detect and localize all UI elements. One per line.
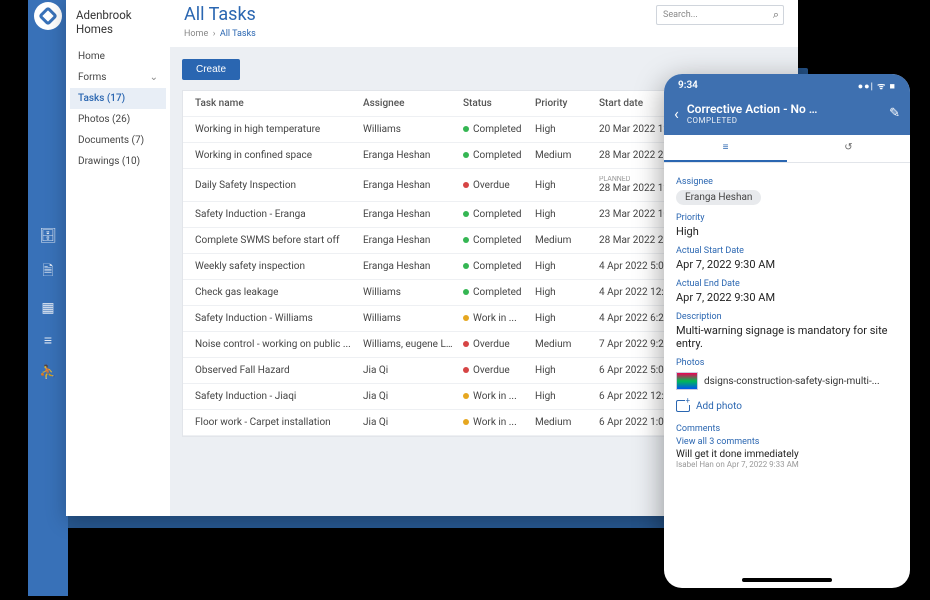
photo-thumb-icon — [676, 372, 698, 390]
home-indicator — [742, 578, 832, 582]
search-placeholder: Search... — [663, 10, 698, 20]
history-icon: ↺ — [844, 142, 852, 153]
search-icon: ⌕ — [773, 8, 779, 22]
desc-label: Description — [676, 312, 898, 322]
add-photo-button[interactable]: Add photo — [676, 400, 898, 412]
sidebar: Adenbrook Homes HomeForms⌄Tasks (17)Phot… — [66, 0, 170, 516]
priority-label: Priority — [676, 213, 898, 223]
sidebar-item[interactable]: Forms⌄ — [70, 67, 166, 88]
tab-details[interactable]: ≡ — [664, 135, 787, 162]
tab-history[interactable]: ↺ — [787, 135, 910, 162]
file-icon[interactable]: 🗎 — [42, 260, 53, 284]
left-rail: 🗄 🗎 ▦ ≡ ⛹ — [28, 0, 68, 596]
assignee-chip[interactable]: Eranga Heshan — [676, 190, 761, 205]
sidebar-item[interactable]: Tasks (17) — [70, 88, 166, 109]
priority-value: High — [676, 225, 898, 238]
status-bar: 9:34 ●●| ᯤ ■ — [664, 74, 910, 96]
view-all-comments[interactable]: View all 3 comments — [676, 437, 898, 447]
comment-text: Will get it done immediately — [676, 449, 898, 460]
desc-value: Multi-warning signage is mandatory for s… — [676, 324, 898, 350]
people-icon[interactable]: ⛹ — [39, 365, 56, 381]
mobile-title: Corrective Action - No … — [687, 102, 881, 116]
brand-title: Adenbrook Homes — [70, 6, 166, 46]
mobile-subtitle: COMPLETED — [687, 116, 881, 125]
search-input[interactable]: Search... ⌕ — [656, 5, 784, 25]
crumb-current: All Tasks — [220, 29, 256, 39]
sidebar-item[interactable]: Home — [70, 46, 166, 67]
photos-label: Photos — [676, 358, 898, 368]
end-label: Actual End Date — [676, 279, 898, 289]
breadcrumb: Home › All Tasks — [170, 27, 798, 47]
edit-icon[interactable]: ✎ — [889, 106, 900, 121]
photo-item[interactable]: dsigns-construction-safety-sign-multi-..… — [676, 372, 898, 390]
menu-icon: ≡ — [723, 142, 729, 153]
comment-meta: Isabel Han on Apr 7, 2022 9:33 AM — [676, 460, 898, 469]
start-value: Apr 7, 2022 9:30 AM — [676, 258, 898, 271]
sidebar-item[interactable]: Documents (7) — [70, 130, 166, 151]
create-button[interactable]: Create — [182, 59, 240, 80]
page-title: All Tasks — [184, 4, 256, 25]
assignee-label: Assignee — [676, 177, 898, 187]
comments-label: Comments — [676, 424, 898, 434]
start-label: Actual Start Date — [676, 246, 898, 256]
sidebar-item[interactable]: Drawings (10) — [70, 151, 166, 172]
briefcase-icon[interactable]: 🗄 — [39, 228, 57, 244]
end-value: Apr 7, 2022 9:30 AM — [676, 291, 898, 304]
mobile-tabs: ≡ ↺ — [664, 135, 910, 163]
mobile-header: ‹ Corrective Action - No … COMPLETED ✎ — [664, 96, 910, 135]
app-logo[interactable] — [34, 2, 62, 30]
crumb-home[interactable]: Home — [184, 29, 208, 39]
sidebar-item[interactable]: Photos (26) — [70, 109, 166, 130]
chevron-down-icon: ⌄ — [150, 72, 158, 83]
list-icon[interactable]: ≡ — [44, 332, 52, 349]
calendar-icon[interactable]: ▦ — [41, 300, 54, 316]
back-icon[interactable]: ‹ — [674, 104, 679, 123]
mobile-preview: 9:34 ●●| ᯤ ■ ‹ Corrective Action - No … … — [664, 74, 910, 588]
camera-icon — [676, 400, 690, 412]
